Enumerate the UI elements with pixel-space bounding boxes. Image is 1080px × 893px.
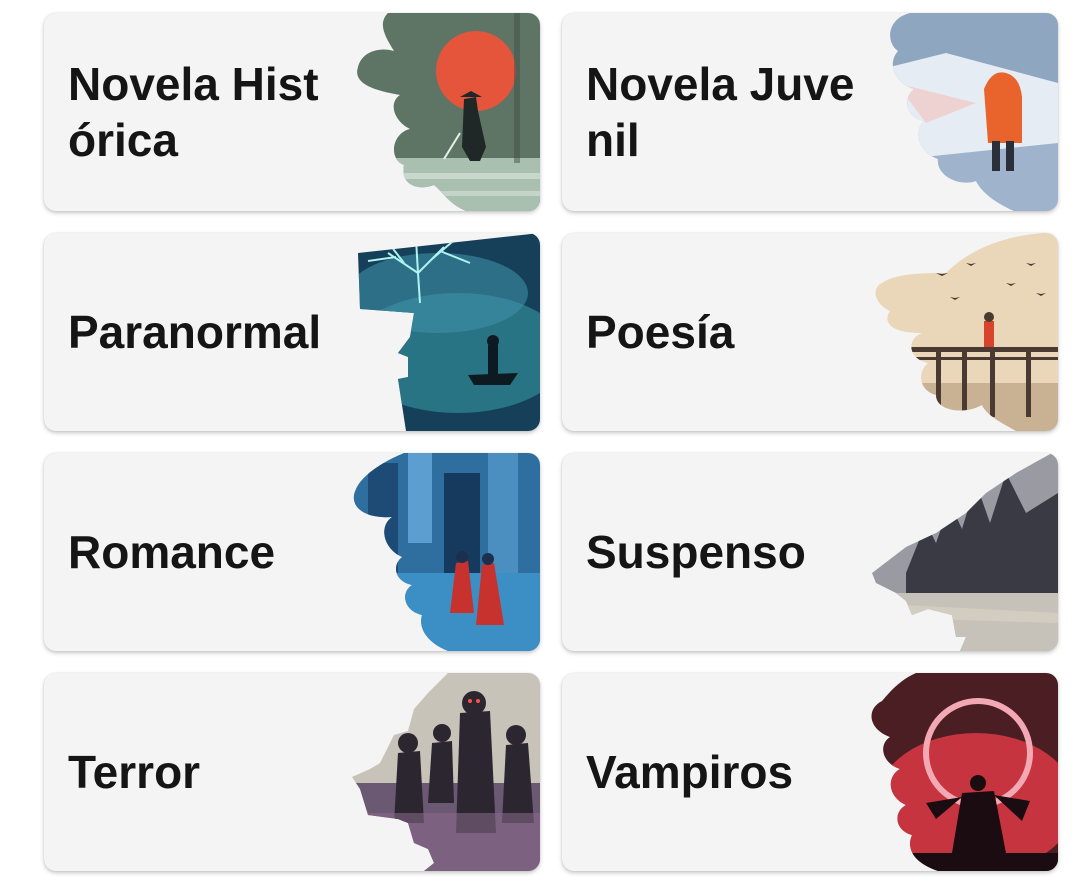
dark-castle-icon bbox=[866, 453, 1058, 651]
genre-label: Terror bbox=[68, 746, 201, 798]
genre-card-terror[interactable]: Terror bbox=[44, 673, 540, 871]
genre-label: Suspenso bbox=[586, 526, 806, 578]
genre-label: Novela Histórica bbox=[68, 58, 319, 166]
samurai-red-moon-icon bbox=[348, 13, 540, 211]
glowing-tree-boat-icon bbox=[348, 233, 540, 431]
genre-label: Vampiros bbox=[586, 746, 794, 798]
couple-in-blue-city-icon bbox=[348, 453, 540, 651]
pier-with-birds-icon bbox=[866, 233, 1058, 431]
genre-card-novela-juvenil[interactable]: Novela Juvenil bbox=[562, 13, 1058, 211]
genre-label: Romance bbox=[68, 526, 276, 578]
genre-card-vampiros[interactable]: Vampiros bbox=[562, 673, 1058, 871]
crimson-moon-vampire-icon bbox=[866, 673, 1058, 871]
child-in-snow-icon bbox=[866, 13, 1058, 211]
genre-card-suspenso[interactable]: Suspenso bbox=[562, 453, 1058, 651]
genre-card-paranormal[interactable]: Paranormal bbox=[44, 233, 540, 431]
genre-card-romance[interactable]: Romance bbox=[44, 453, 540, 651]
genre-label: Poesía bbox=[586, 306, 735, 358]
genre-grid: Novela Histórica Novela Juvenil Paranorm… bbox=[0, 0, 1080, 893]
genre-label: Paranormal bbox=[68, 306, 322, 358]
genre-card-poesia[interactable]: Poesía bbox=[562, 233, 1058, 431]
genre-card-novela-historica[interactable]: Novela Histórica bbox=[44, 13, 540, 211]
genre-label: Novela Juvenil bbox=[586, 58, 855, 166]
zombie-horde-icon bbox=[348, 673, 540, 871]
